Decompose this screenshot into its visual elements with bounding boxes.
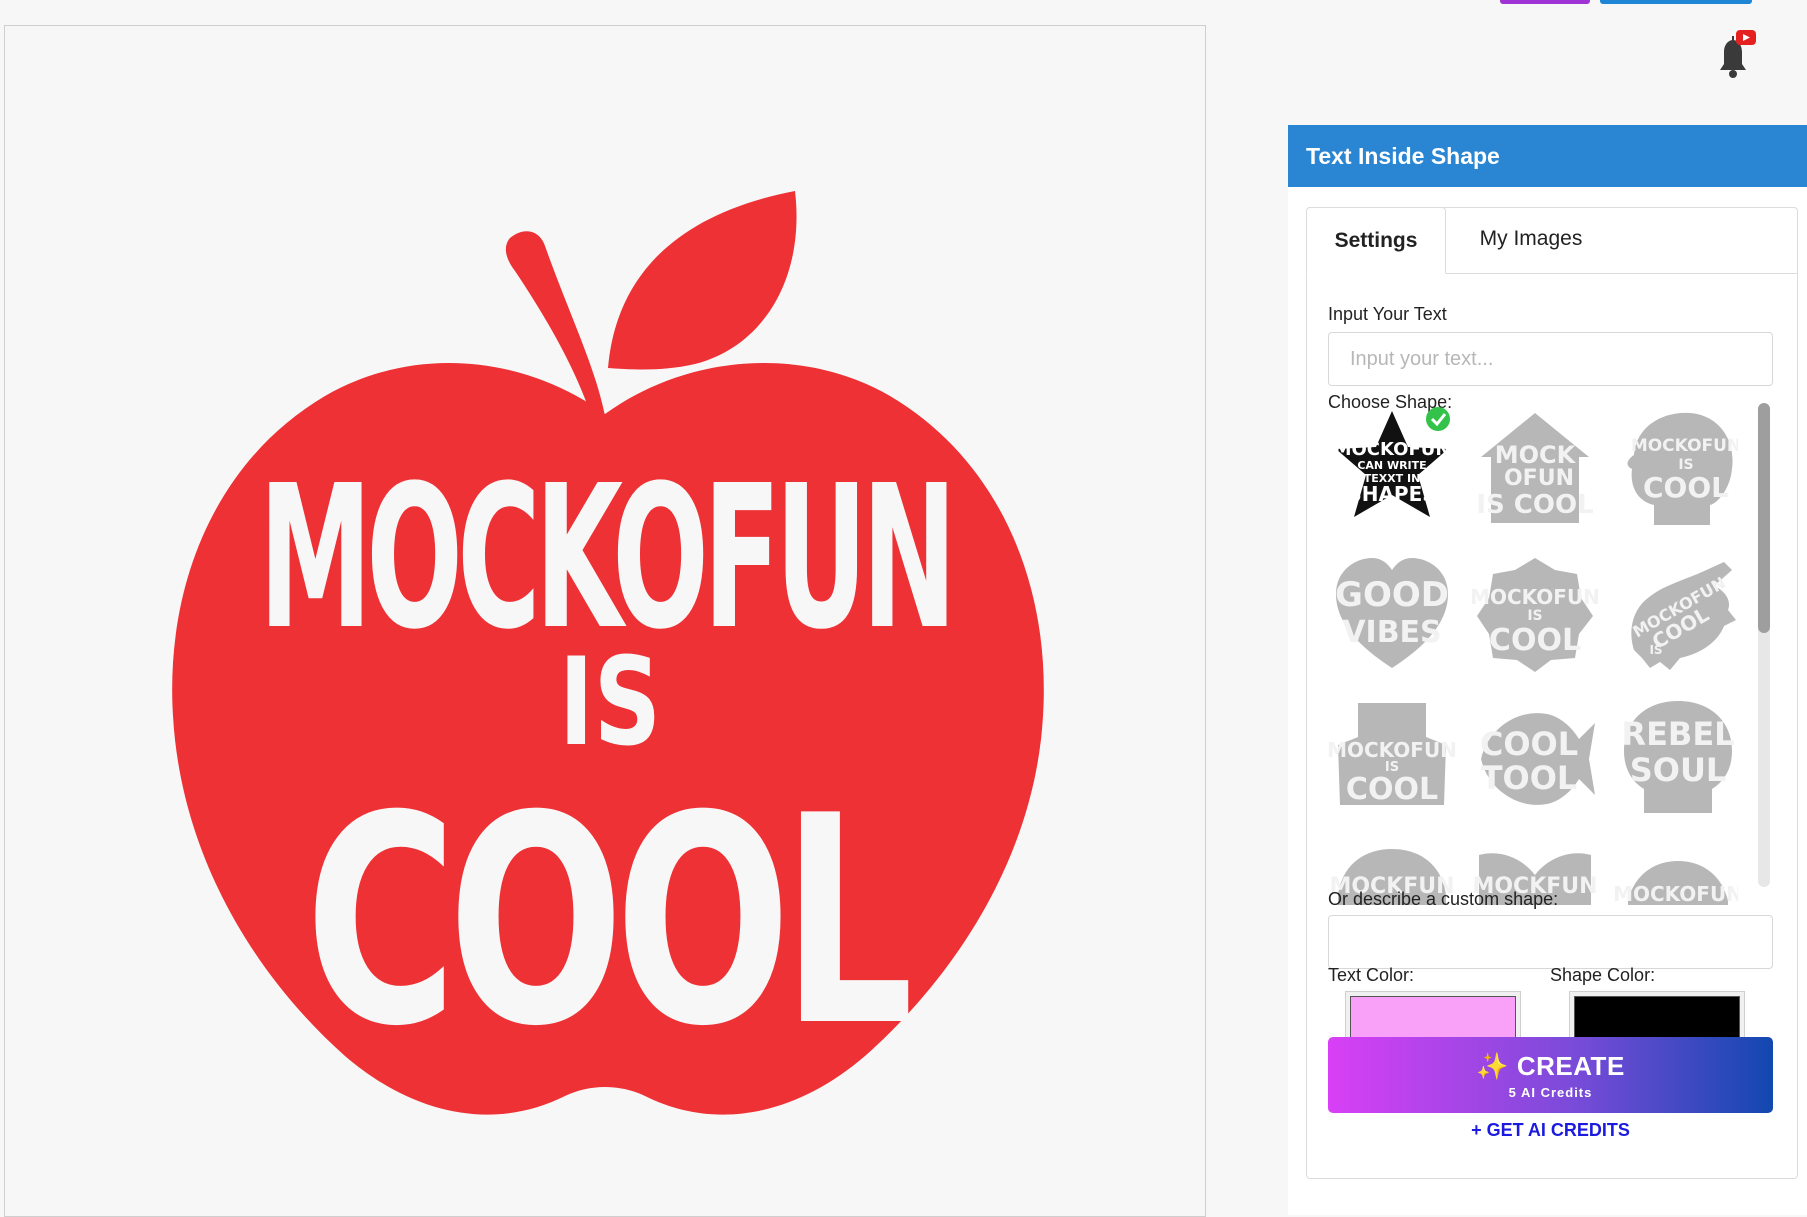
svg-text:TOOL: TOOL (1481, 759, 1578, 797)
svg-text:MOCKOFUN: MOCKOFUN (1614, 882, 1738, 905)
svg-text:IS: IS (1649, 643, 1662, 657)
svg-text:MOCK: MOCK (1495, 441, 1577, 469)
apple-word-3: COOL (305, 755, 908, 1090)
text-input[interactable]: Input your text... (1328, 332, 1773, 386)
svg-text:COOL: COOL (1489, 623, 1581, 658)
input-text-label: Input Your Text (1328, 304, 1447, 324)
shape-grid: MOCKOFUN CAN WRITE TEXXT IN SHAPES MOCK … (1328, 405, 1738, 905)
shape-scrollbar[interactable] (1758, 403, 1770, 887)
custom-shape-label: Or describe a custom shape: (1328, 889, 1559, 909)
top-blue-button[interactable] (1600, 0, 1752, 4)
shape-round-option-2[interactable]: MOCKOFUN (1614, 835, 1738, 905)
svg-text:OFUN: OFUN (1504, 466, 1574, 491)
svg-text:SOUL: SOUL (1630, 751, 1727, 789)
selected-check-icon (1426, 407, 1450, 431)
shape-color-picker[interactable] (1569, 991, 1745, 1043)
create-credits: 5 AI Credits (1508, 1085, 1593, 1100)
shape-color-label: Shape Color: (1550, 965, 1656, 985)
text-color-picker[interactable] (1345, 991, 1521, 1043)
shape-house-option[interactable]: MOCK OFUN IS COOL (1471, 405, 1599, 533)
create-button[interactable]: ✨ CREATE 5 AI Credits (1328, 1037, 1773, 1113)
shape-color-swatch (1574, 996, 1740, 1038)
notification-bell-icon[interactable] (1712, 30, 1756, 80)
svg-text:MOCKOFUN: MOCKOFUN (1631, 436, 1738, 456)
svg-text:IS: IS (1527, 608, 1542, 624)
apple-leaf (608, 191, 797, 370)
shape-head-option[interactable]: MOCKOFUN IS COOL (1614, 405, 1738, 533)
svg-text:COOL: COOL (1643, 471, 1729, 504)
svg-text:COOL: COOL (1480, 725, 1578, 763)
svg-text:CAN WRITE: CAN WRITE (1357, 459, 1426, 472)
svg-text:VIBES: VIBES (1342, 615, 1441, 650)
get-ai-credits-link[interactable]: + GET AI CREDITS (1328, 1120, 1773, 1141)
shape-scrollbar-thumb[interactable] (1758, 403, 1770, 633)
shape-badge-option[interactable]: MOCKOFUN IS COOL (1471, 550, 1599, 678)
custom-shape-input[interactable] (1328, 915, 1773, 969)
shape-skull-option[interactable]: REBEL SOUL (1614, 695, 1738, 823)
top-purple-button[interactable] (1500, 0, 1590, 4)
tab-container: Settings My Images Input Your Text Input… (1306, 207, 1798, 1179)
text-color-swatch (1350, 996, 1516, 1038)
svg-text:REBEL: REBEL (1621, 715, 1734, 753)
apple-artwork: MOCKOFUN IS COOL (172, 191, 1044, 1115)
text-color-label: Text Color: (1328, 965, 1415, 985)
design-canvas[interactable]: MOCKOFUN IS COOL (4, 25, 1206, 1217)
shape-hat-option[interactable]: MOCKOFUN IS COOL (1328, 695, 1456, 823)
tab-settings[interactable]: Settings (1306, 207, 1446, 274)
shape-lizard-option[interactable]: MOCKOFUN COOL IS (1614, 550, 1738, 678)
text-inside-shape-panel: Text Inside Shape Settings My Images Inp… (1288, 125, 1807, 1215)
tab-my-images[interactable]: My Images (1446, 207, 1616, 271)
svg-text:SHAPES: SHAPES (1347, 482, 1436, 506)
apple-word-2: IS (559, 633, 661, 773)
tab-bar: Settings My Images (1306, 207, 1798, 274)
create-label: ✨ CREATE (1476, 1051, 1625, 1081)
shape-fish-option[interactable]: COOL TOOL (1471, 695, 1599, 823)
shape-heart-option[interactable]: GOOD VIBES (1328, 550, 1456, 678)
svg-text:MOCKOFUN: MOCKOFUN (1471, 585, 1599, 609)
svg-text:GOOD: GOOD (1335, 575, 1449, 615)
svg-text:COOL: COOL (1346, 772, 1438, 807)
shape-star-option[interactable]: MOCKOFUN CAN WRITE TEXXT IN SHAPES (1328, 405, 1456, 533)
svg-text:MOCKOFUN: MOCKOFUN (1328, 738, 1456, 762)
svg-text:IS COOL: IS COOL (1476, 490, 1593, 520)
svg-text:MOCKOFUN: MOCKOFUN (1334, 439, 1451, 460)
panel-title: Text Inside Shape (1288, 125, 1807, 187)
